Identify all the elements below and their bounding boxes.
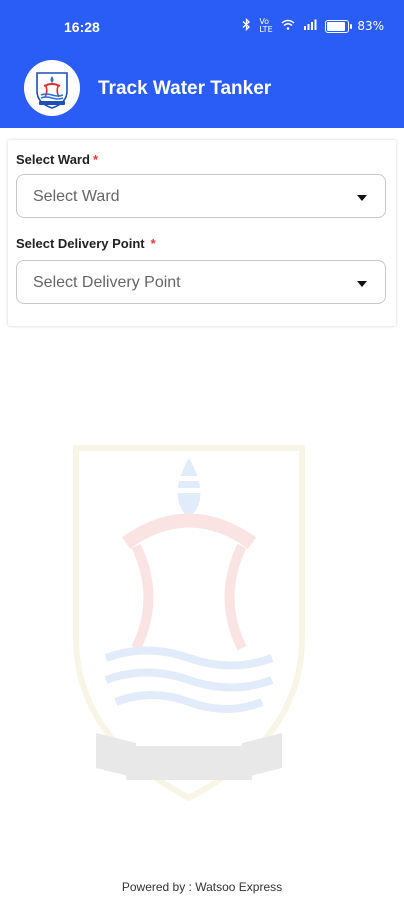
- ward-label: Select Ward *: [16, 152, 98, 167]
- bluetooth-icon: [242, 17, 251, 34]
- network-text: Vo LTE: [259, 17, 273, 34]
- ward-select-placeholder: Select Ward: [33, 188, 120, 205]
- signal-icon: [303, 19, 317, 33]
- delivery-point-select-placeholder: Select Delivery Point: [33, 274, 181, 291]
- delhi-jal-board-emblem-watermark: [66, 418, 312, 808]
- selection-form: Select Ward * Select Ward Select Delivery…: [8, 140, 396, 326]
- battery-percent: 83%: [357, 19, 384, 33]
- dropdown-arrow-icon: [357, 195, 367, 201]
- app-header: 16:28 Vo LTE 83% Track Water Tanker: [0, 0, 404, 128]
- dropdown-arrow-icon: [357, 281, 367, 287]
- ward-select[interactable]: Select Ward: [16, 174, 386, 218]
- ward-required-mark: *: [92, 152, 98, 167]
- powered-by-footer: Powered by : Watsoo Express: [121, 880, 283, 894]
- app-title: Track Water Tanker: [98, 78, 272, 99]
- delivery-point-select[interactable]: Select Delivery Point: [16, 260, 386, 304]
- status-icons: Vo LTE 83%: [242, 18, 384, 34]
- ward-label-text: Select Ward: [16, 152, 90, 167]
- delivery-point-label: Select Delivery Point *: [16, 236, 156, 251]
- status-time: 16:28: [64, 19, 100, 35]
- delivery-point-required-mark: *: [150, 236, 156, 251]
- status-bar: 16:28 Vo LTE 83%: [0, 0, 404, 56]
- wifi-icon: [281, 19, 295, 33]
- delhi-jal-board-logo-icon: [24, 60, 80, 116]
- battery-icon: [325, 19, 353, 33]
- delivery-point-label-text: Select Delivery Point: [16, 236, 145, 251]
